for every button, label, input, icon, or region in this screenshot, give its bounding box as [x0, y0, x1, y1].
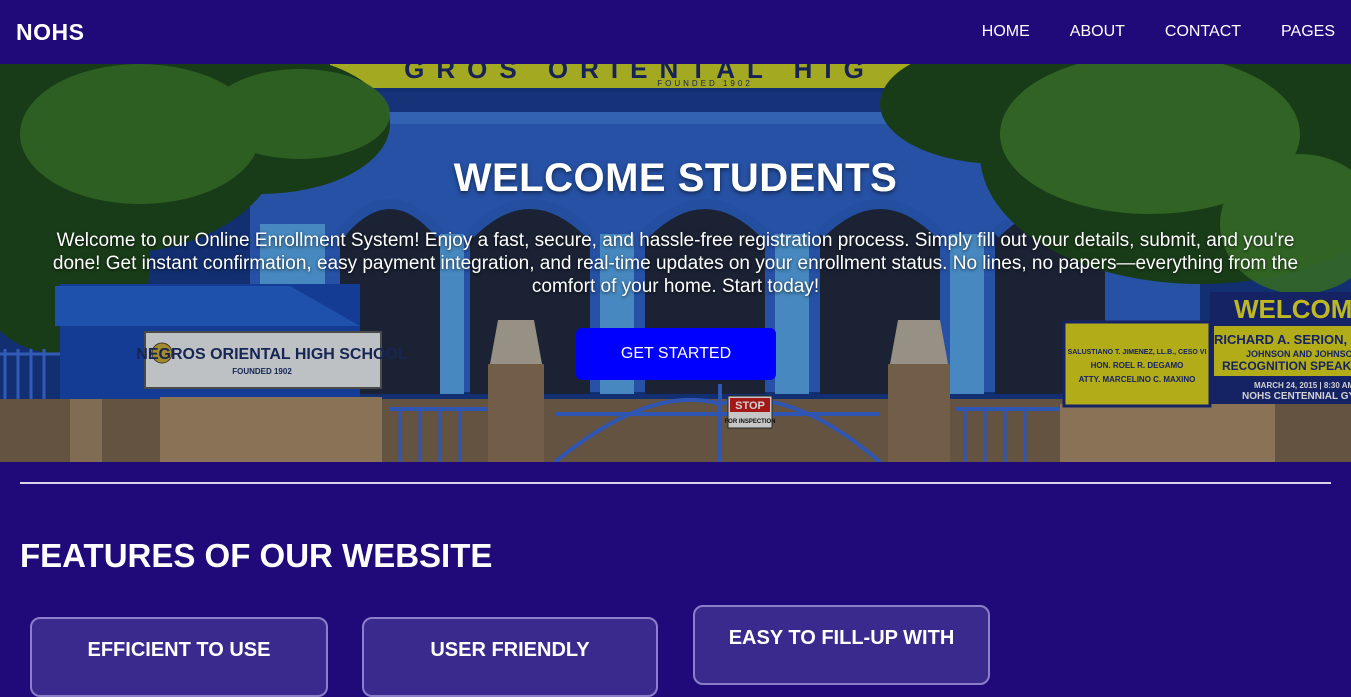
feature-card-user-friendly[interactable]: USER FRIENDLY [362, 617, 658, 697]
hero-title: WELCOME STUDENTS [453, 156, 898, 200]
nav-link-contact[interactable]: CONTACT [1165, 23, 1241, 41]
get-started-button[interactable]: GET STARTED [576, 328, 776, 380]
brand-logo-text[interactable]: NOHS [16, 19, 84, 46]
features-title: FEATURES OF OUR WEBSITE [20, 537, 493, 574]
nav-link-pages[interactable]: PAGES [1281, 23, 1335, 41]
section-divider [20, 482, 1331, 484]
feature-card-easy-fill-up[interactable]: EASY TO FILL-UP WITH [693, 605, 990, 685]
top-navbar: NOHS HOME ABOUT CONTACT PAGES [0, 0, 1351, 64]
hero-description: Welcome to our Online Enrollment System!… [52, 230, 1299, 297]
nav-link-home[interactable]: HOME [982, 23, 1030, 41]
feature-card-efficient[interactable]: EFFICIENT TO USE [30, 617, 328, 697]
nav-link-about[interactable]: ABOUT [1070, 23, 1125, 41]
nav-links: HOME ABOUT CONTACT PAGES [982, 23, 1335, 41]
hero-section: GROS ORIENTAL HIG FOUNDED 1902 NEGROS OR… [0, 64, 1351, 462]
